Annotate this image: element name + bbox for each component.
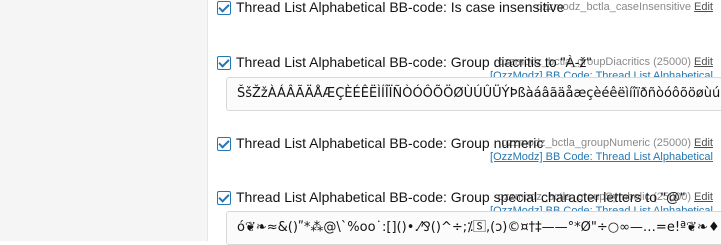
checkbox-checked[interactable] bbox=[217, 56, 231, 70]
edit-link[interactable]: Edit bbox=[694, 56, 713, 68]
option-var-suffix: (25000) bbox=[653, 137, 692, 149]
option-label[interactable]: Thread List Alphabetical BB-code: Group … bbox=[236, 189, 685, 205]
edit-link[interactable]: Edit bbox=[694, 137, 713, 149]
option-label[interactable]: Thread List Alphabetical BB-code: Group … bbox=[236, 54, 591, 70]
checkbox-checked[interactable] bbox=[217, 1, 231, 15]
edit-link[interactable]: Edit bbox=[694, 1, 713, 13]
checkbox-checked[interactable] bbox=[217, 137, 231, 151]
addon-link[interactable]: [OzzModz] BB Code: Thread List Alphabeti… bbox=[490, 150, 713, 164]
option-var-suffix: (25000) bbox=[653, 56, 692, 68]
option-label[interactable]: Thread List Alphabetical BB-code: Is cas… bbox=[236, 0, 564, 15]
checkbox-checked[interactable] bbox=[217, 191, 231, 205]
option-meta-column bbox=[0, 0, 208, 241]
option-label[interactable]: Thread List Alphabetical BB-code: Group … bbox=[236, 135, 543, 151]
edit-link[interactable]: Edit bbox=[694, 191, 713, 203]
diacritics-text-input[interactable]: ŠšŽžÀÁÂÃÄÅÆÇÈÉÊËÌÍÎÏÑÒÓÔÕÖØÙÚÛÜÝÞßàáâãäå… bbox=[226, 77, 721, 111]
symbolic-text-input[interactable]: ó❦❧≈&()ʺ*⁂@\`%oo˙:[]()•.⁄⅋()^÷;⁒🅂,(ɔ)©¤†… bbox=[226, 211, 721, 245]
